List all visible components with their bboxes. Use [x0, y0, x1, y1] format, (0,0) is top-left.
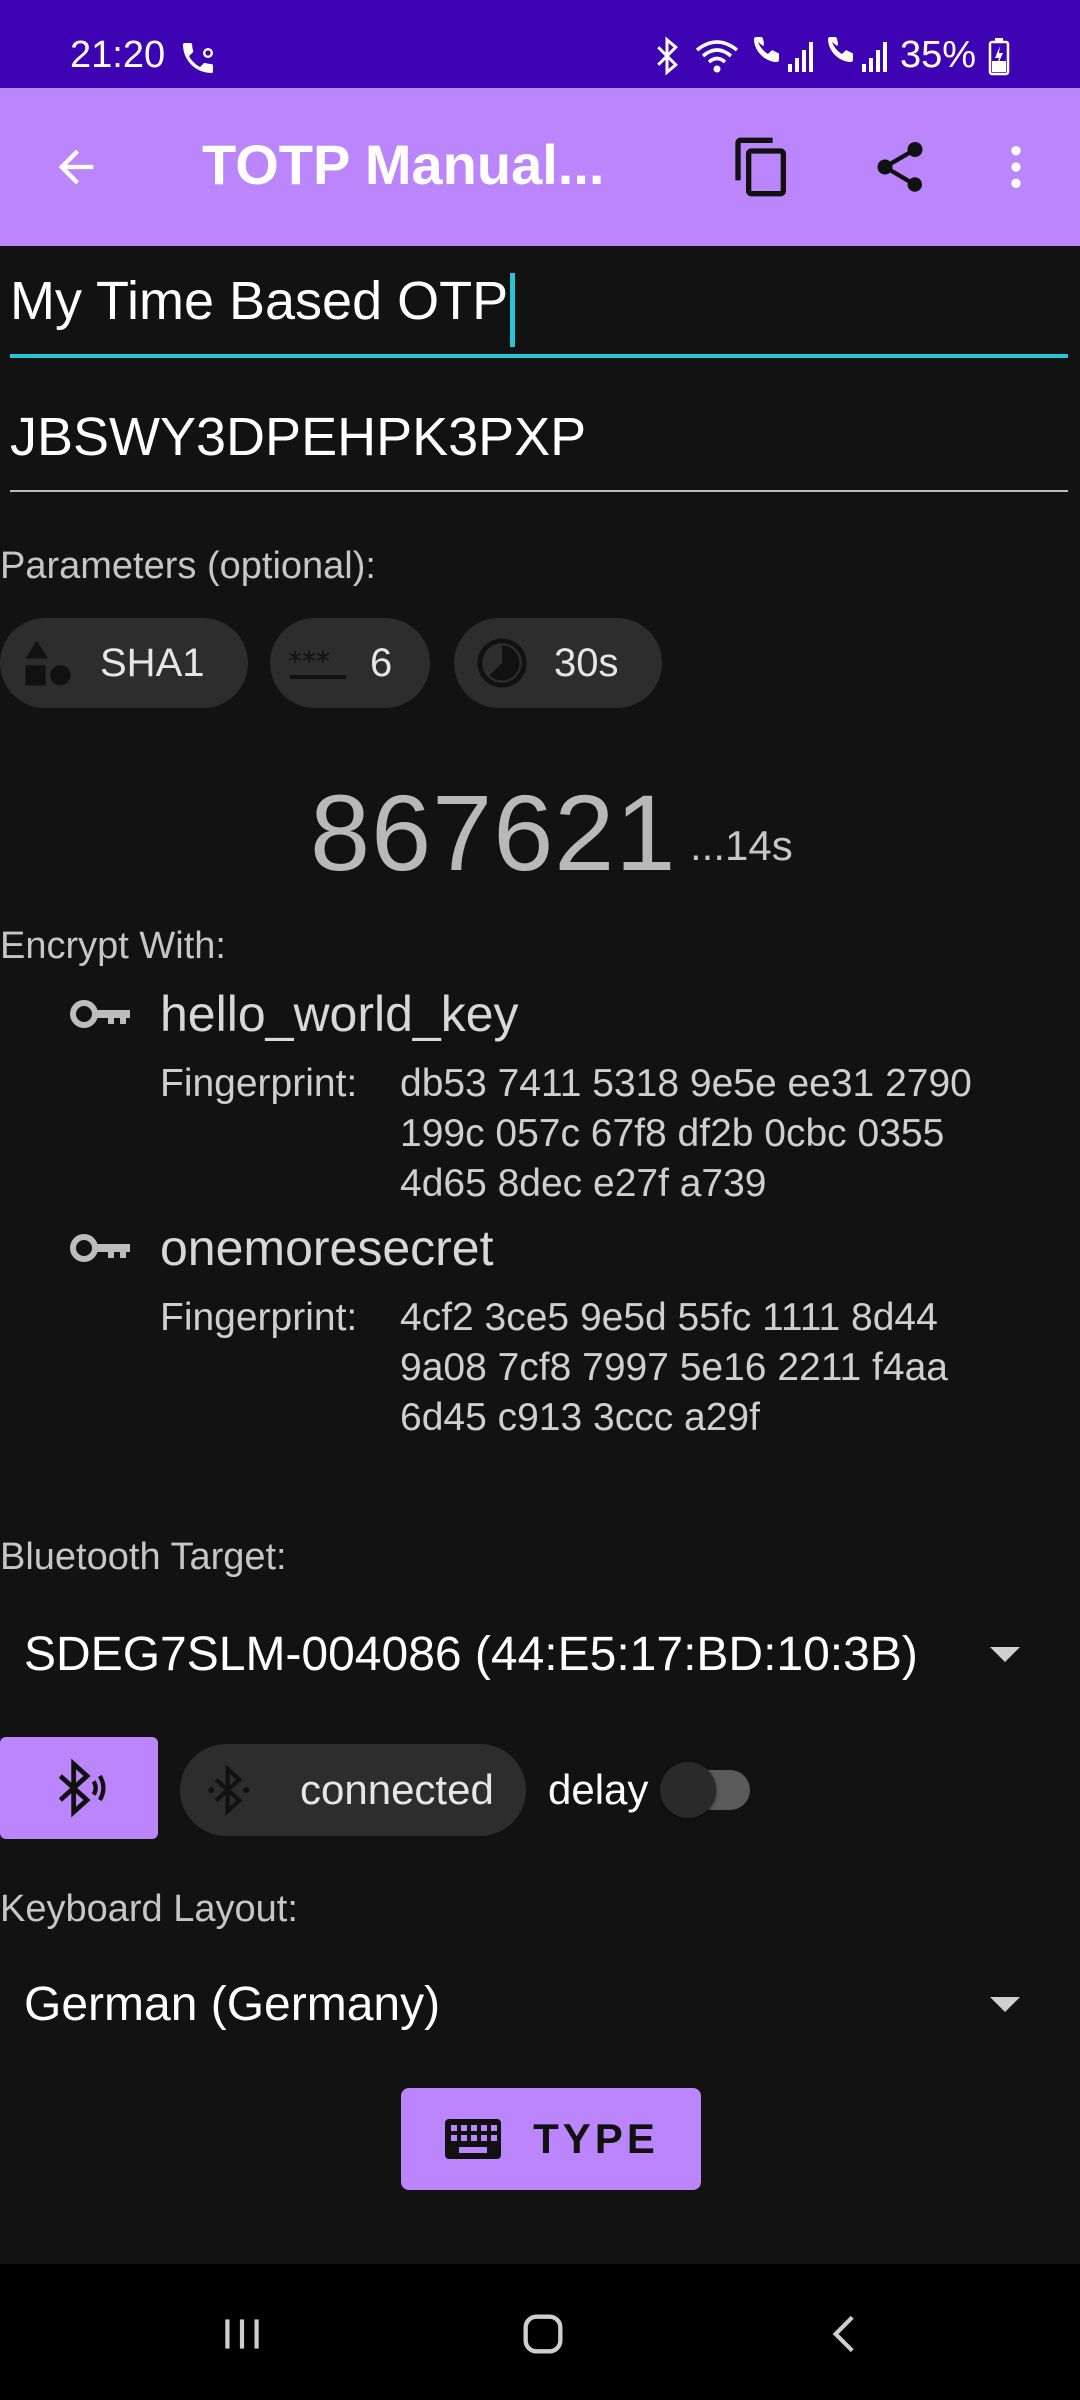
bluetooth-target-value: SDEG7SLM-004086 (44:E5:17:BD:10:3B)	[24, 1628, 918, 1681]
more-vert-icon	[1011, 146, 1021, 188]
status-icons: 35%	[652, 34, 1010, 77]
share-button[interactable]	[860, 127, 940, 207]
keyboard-layout-label: Keyboard Layout:	[0, 1888, 298, 1930]
otp-name-field[interactable]: My Time Based OTP	[10, 270, 1068, 360]
share-icon	[877, 142, 923, 192]
connection-status-chip: connected	[180, 1744, 526, 1836]
password-digits-icon: ***	[288, 633, 348, 693]
period-chip[interactable]: 30s	[454, 618, 662, 708]
fingerprint-line: 4d65 8dec e27f a739	[400, 1162, 767, 1205]
keyboard-layout-dropdown[interactable]: German (Germany)	[0, 1955, 1080, 2055]
period-value: 30s	[554, 640, 619, 685]
delay-label: delay	[548, 1766, 649, 1813]
key-icon	[70, 1000, 130, 1028]
copy-icon	[735, 137, 786, 197]
bluetooth-discoverable-button[interactable]	[0, 1737, 158, 1839]
bluetooth-connected-icon	[200, 1760, 260, 1820]
fingerprint-line: 9a08 7cf8 7997 5e16 2211 f4aa	[400, 1346, 948, 1389]
status-bar: 21:20 35%	[0, 0, 1080, 88]
otp-name-underline	[10, 354, 1068, 358]
copy-button[interactable]	[722, 127, 802, 207]
key-name-hello-world[interactable]: hello_world_key	[160, 985, 519, 1043]
wifi-icon	[695, 39, 739, 72]
type-button[interactable]: TYPE	[401, 2088, 701, 2190]
back-button[interactable]	[36, 127, 116, 207]
connection-status: connected	[300, 1766, 494, 1813]
delay-switch-thumb[interactable]	[660, 1762, 716, 1818]
timelapse-icon	[472, 633, 532, 693]
battery-charging-icon	[988, 37, 1010, 75]
secret-underline	[10, 490, 1068, 492]
battery-percentage: 35%	[899, 34, 976, 76]
fingerprint-label: Fingerprint:	[160, 1296, 358, 1339]
algorithm-chip[interactable]: SHA1	[0, 618, 248, 708]
bluetooth-searching-icon	[58, 1758, 106, 1818]
keyboard-icon	[445, 2119, 502, 2159]
otp-remaining-time: ...14s	[690, 822, 793, 869]
back-nav-button[interactable]	[806, 2294, 886, 2374]
dropdown-arrow-icon	[990, 1997, 1020, 2012]
sim1-signal-icon	[753, 36, 813, 72]
home-button[interactable]	[503, 2294, 583, 2374]
otp-name-value: My Time Based OTP	[10, 271, 509, 331]
more-options-button[interactable]	[976, 127, 1056, 207]
navigation-bar	[0, 2264, 1080, 2400]
key-icon	[70, 1234, 130, 1262]
keyboard-layout-value: German (Germany)	[24, 1978, 441, 2031]
recent-apps-button[interactable]	[202, 2294, 282, 2374]
bluetooth-icon	[657, 35, 678, 76]
chevron-left-icon	[832, 2315, 854, 2353]
wifi-calling-icon	[183, 43, 213, 73]
back-arrow-icon	[58, 149, 94, 185]
bluetooth-target-label: Bluetooth Target:	[0, 1536, 287, 1578]
secret-value: JBSWY3DPEHPK3PXP	[10, 407, 587, 467]
app-title: TOTP Manual...	[202, 133, 605, 196]
status-time: 21:20	[70, 34, 166, 76]
app-bar: TOTP Manual...	[0, 88, 1080, 246]
algorithm-value: SHA1	[100, 640, 205, 685]
fingerprint-line: db53 7411 5318 9e5e ee31 2790	[400, 1062, 972, 1105]
svg-text:***: ***	[288, 645, 330, 678]
recent-apps-icon	[225, 2319, 259, 2349]
text-caret	[510, 272, 516, 347]
home-icon	[523, 2314, 563, 2354]
bluetooth-target-dropdown[interactable]: SDEG7SLM-004086 (44:E5:17:BD:10:3B)	[0, 1605, 1080, 1705]
digits-value: 6	[370, 640, 393, 685]
fingerprint-label: Fingerprint:	[160, 1062, 358, 1105]
fingerprint-line: 6d45 c913 3ccc a29f	[400, 1396, 760, 1439]
fingerprint-line: 4cf2 3ce5 9e5d 55fc 1111 8d44	[400, 1296, 938, 1339]
dropdown-arrow-icon	[990, 1647, 1020, 1662]
sim2-signal-icon	[827, 36, 887, 72]
parameters-label: Parameters (optional):	[0, 545, 376, 587]
encrypt-with-label: Encrypt With:	[0, 925, 226, 967]
digits-chip[interactable]: *** 6	[270, 618, 430, 708]
fingerprint-line: 199c 057c 67f8 df2b 0cbc 0355	[400, 1112, 945, 1155]
type-button-label: TYPE	[533, 2115, 659, 2162]
category-shapes-icon	[18, 633, 78, 693]
key-name-onemoresecret[interactable]: onemoresecret	[160, 1219, 494, 1277]
secret-field[interactable]: JBSWY3DPEHPK3PXP	[10, 406, 1068, 496]
otp-code: 867621	[310, 772, 677, 893]
